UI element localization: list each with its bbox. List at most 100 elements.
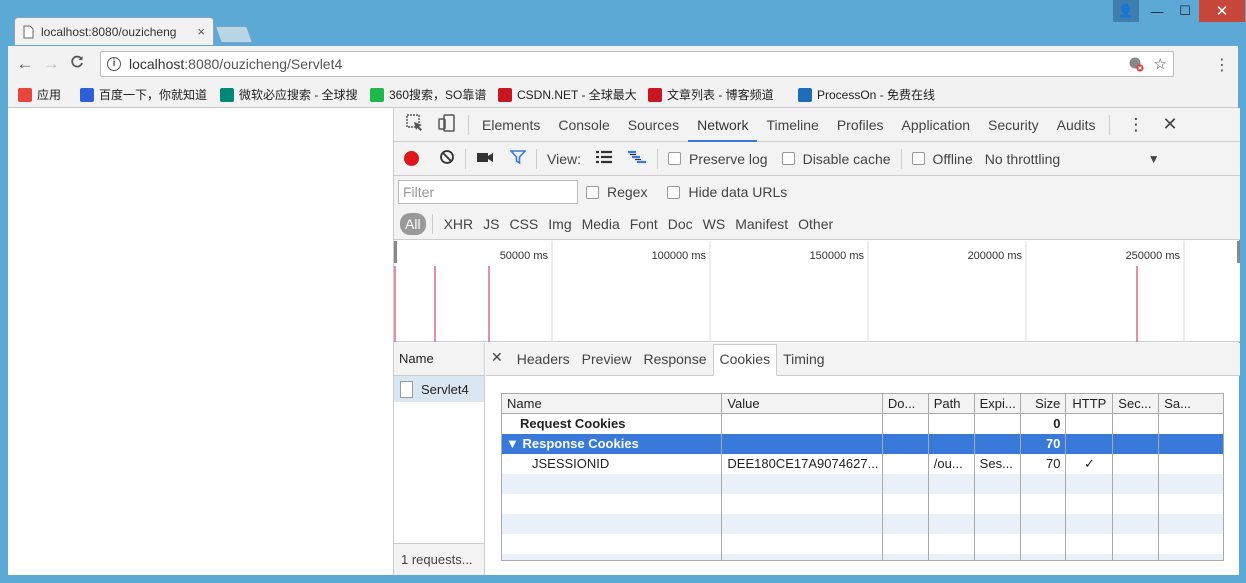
browser-tab[interactable]: localhost:8080/ouzicheng × [14, 17, 214, 45]
cookie-table: Name Value Do... Path Expi... Size HTTP Sec... S… [501, 393, 1224, 561]
forward-button[interactable]: → [38, 54, 64, 74]
disable-cache-checkbox[interactable] [781, 152, 795, 165]
screenshot-camera-icon[interactable] [476, 150, 494, 167]
bookmark-item[interactable]: 文章列表 - 博客频道 [648, 86, 798, 103]
response-cookies-group[interactable]: ▼ Response Cookies 70 [502, 434, 1223, 454]
inspect-element-icon[interactable] [406, 114, 424, 135]
hide-data-urls-checkbox[interactable] [667, 185, 681, 199]
column-header[interactable]: Size [1021, 394, 1067, 413]
column-header[interactable]: Value [722, 394, 883, 413]
tab-elements[interactable]: Elements [473, 108, 549, 142]
bookmark-item[interactable]: ProcessOn - 免费在线 [798, 86, 938, 103]
tab-audits[interactable]: Audits [1048, 108, 1105, 142]
cookie-expires: Ses... [975, 454, 1021, 474]
type-filter-doc[interactable]: Doc [663, 216, 698, 232]
tab-timeline[interactable]: Timeline [757, 108, 827, 142]
column-header[interactable]: HTTP [1066, 394, 1114, 413]
type-filter-ws[interactable]: WS [698, 216, 731, 232]
timeline-tick-label: 150000 ms [810, 250, 865, 262]
column-header[interactable]: Name [502, 394, 723, 413]
column-header[interactable]: Path [929, 394, 975, 413]
type-filter-font[interactable]: Font [625, 216, 663, 232]
type-filter-manifest[interactable]: Manifest [730, 216, 793, 232]
maximize-button[interactable]: ☐ [1171, 0, 1199, 22]
tab-close-button[interactable]: × [197, 24, 205, 39]
tab-network[interactable]: Network [688, 108, 758, 142]
column-header[interactable]: Do... [883, 394, 929, 413]
request-cookies-group[interactable]: Request Cookies 0 [502, 414, 1223, 434]
devtools-menu-icon[interactable]: ⋮ [1128, 115, 1145, 135]
record-button[interactable] [404, 151, 419, 166]
bookmark-item[interactable]: 微软必应搜索 - 全球搜 [220, 86, 370, 103]
empty-cell [1113, 514, 1160, 534]
close-window-button[interactable]: ✕ [1199, 0, 1245, 22]
request-row[interactable]: Servlet4 [394, 376, 484, 402]
column-header[interactable]: Sa... [1159, 394, 1223, 413]
large-rows-icon[interactable] [595, 150, 613, 167]
cookie-blocked-icon[interactable] [1128, 56, 1144, 72]
regex-checkbox[interactable] [586, 185, 599, 199]
bookmark-item[interactable]: 百度一下，你就知道 [80, 86, 220, 103]
detail-tab-response[interactable]: Response [637, 351, 712, 375]
type-filter-css[interactable]: CSS [504, 216, 543, 232]
filter-funnel-icon[interactable] [509, 149, 527, 168]
empty-cell [883, 554, 929, 560]
minimize-button[interactable]: — [1143, 0, 1171, 22]
bookmark-item[interactable]: 360搜索，SO靠谱 [370, 86, 498, 103]
empty-cell [1021, 474, 1067, 494]
address-bar[interactable]: i localhost:8080/ouzicheng/Servlet4 ☆ [100, 51, 1174, 77]
chevron-down-icon[interactable]: ▼ [1148, 152, 1160, 166]
bookmark-item[interactable]: CSDN.NET - 全球最大 [498, 86, 648, 103]
bookmark-item[interactable]: 应用 [18, 86, 80, 103]
empty-cell [929, 474, 975, 494]
offline-checkbox[interactable] [911, 152, 925, 165]
timeline-right-handle[interactable] [1237, 241, 1240, 263]
hide-data-urls-label: Hide data URLs [688, 184, 788, 200]
throttling-select[interactable]: No throttling [985, 151, 1148, 167]
type-filter-media[interactable]: Media [577, 216, 625, 232]
csdn-blog-icon [648, 87, 662, 102]
device-toolbar-icon[interactable] [438, 114, 456, 135]
detail-tab-preview[interactable]: Preview [576, 351, 638, 375]
info-icon[interactable]: i [107, 57, 121, 71]
detail-tab-timing[interactable]: Timing [777, 351, 831, 375]
tab-security[interactable]: Security [979, 108, 1048, 142]
new-tab-button[interactable] [214, 26, 254, 43]
separator [1108, 114, 1110, 135]
reload-icon [71, 55, 83, 68]
tab-profiles[interactable]: Profiles [828, 108, 893, 142]
bookmark-star-icon[interactable]: ☆ [1154, 55, 1167, 73]
cookie-row[interactable]: JSESSIONID DEE180CE17A9074627... /ou... Ses… [502, 454, 1223, 474]
detail-tab-headers[interactable]: Headers [511, 351, 576, 375]
type-filter-img[interactable]: Img [543, 216, 576, 232]
reload-button[interactable] [64, 54, 90, 74]
filter-input[interactable]: Filter [398, 180, 578, 204]
user-account-button[interactable]: 👤 [1113, 0, 1139, 22]
overview-waterfall-icon[interactable] [627, 150, 647, 167]
close-devtools-icon[interactable]: ✕ [1163, 114, 1178, 135]
type-filter-other[interactable]: Other [793, 216, 838, 232]
tab-console[interactable]: Console [549, 108, 618, 142]
disable-cache-label: Disable cache [802, 150, 891, 167]
preserve-log-checkbox[interactable] [667, 152, 681, 165]
browser-menu-icon[interactable]: ⋮ [1214, 55, 1230, 75]
timeline-left-handle[interactable] [394, 241, 397, 263]
preserve-log-label: Preserve log [688, 150, 768, 167]
type-filter-xhr[interactable]: XHR [439, 216, 479, 232]
detail-tab-cookies[interactable]: Cookies [712, 344, 778, 376]
close-detail-icon[interactable]: ✕ [491, 349, 511, 375]
column-header[interactable]: Expi... [975, 394, 1021, 413]
back-button[interactable]: ← [12, 54, 38, 74]
cookie-name: JSESSIONID [502, 454, 723, 474]
type-filter-js[interactable]: JS [478, 216, 504, 232]
type-filter-all[interactable]: All [400, 212, 426, 235]
empty-cell [1159, 534, 1223, 554]
clear-icon[interactable] [439, 149, 455, 168]
tab-sources[interactable]: Sources [619, 108, 688, 142]
column-header[interactable]: Sec... [1113, 394, 1160, 413]
group-cell [929, 434, 975, 454]
empty-cell [1066, 494, 1114, 514]
request-list-header[interactable]: Name [394, 343, 484, 376]
empty-cell [883, 474, 929, 494]
tab-application[interactable]: Application [893, 108, 980, 142]
